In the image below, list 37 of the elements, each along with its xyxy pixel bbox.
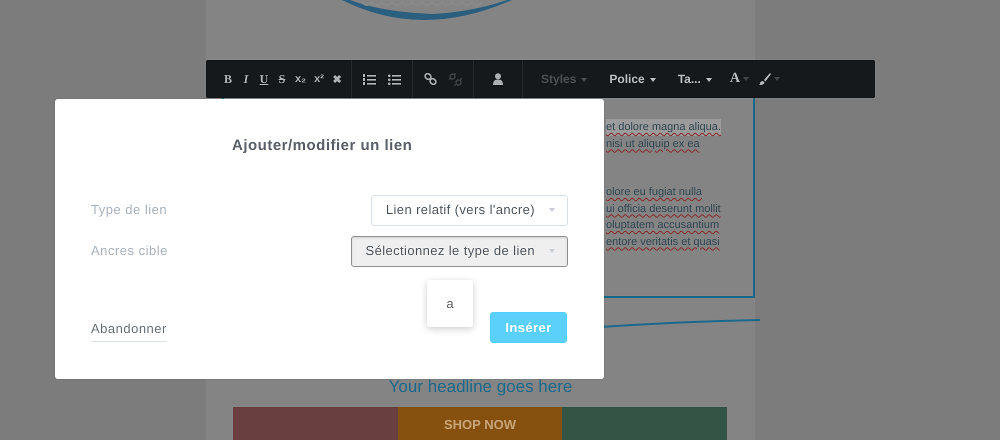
caret-icon [706,78,712,82]
text-line: entore veritatis et quasi [606,234,720,250]
strikethrough-button[interactable]: S [274,72,290,86]
dropdown-option[interactable]: a [427,280,473,327]
person-icon [493,73,504,85]
cancel-link[interactable]: Abandonner [91,319,167,342]
text-color-button[interactable]: A [724,71,753,87]
caret-icon [549,249,555,253]
text-line: ui officia deserunt mollit [606,202,721,216]
unlink-icon [449,72,462,86]
select-field[interactable]: Lien relatif (vers l'ancre) [370,194,568,226]
dialog-title: Ajouter/modifier un lien [232,136,412,156]
caret-icon [742,76,749,81]
superscript-button[interactable]: x² [311,73,328,85]
text-line: oluptatem accusantium [606,218,720,233]
dropdown-button[interactable]: Police [599,72,666,86]
text-line: olore eu fugiat nulla [606,185,702,200]
text-line: nisi ut aliquip ex ea [606,136,700,152]
brush-icon [758,73,771,85]
field-label: Ancres cible [91,242,168,260]
link-icon [424,73,438,85]
underline-button[interactable]: U [256,72,272,86]
caret-icon [774,77,780,81]
dropdown-button[interactable]: Ta... [668,72,722,86]
caret-icon [549,208,555,212]
bold-button[interactable]: B [220,72,236,86]
select-field[interactable]: Sélectionnez le type de lien [350,236,568,266]
clear-format-button[interactable]: ✖ [329,72,346,86]
bullet-list-icon [388,74,402,84]
caret-icon [581,78,588,82]
italic-button[interactable]: I [238,72,254,86]
subscript-button[interactable]: x₂ [292,73,310,85]
headline: Your headline goes here [388,377,572,396]
field-label: Type de lien [91,201,168,220]
numbered-list-icon [363,74,376,84]
shop-now-label: SHOP NOW [444,417,516,432]
caret-icon [650,78,656,82]
